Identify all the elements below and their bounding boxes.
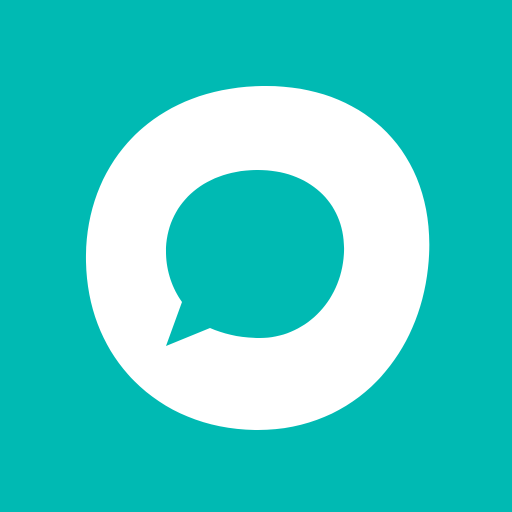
chat-bubble-icon (0, 0, 512, 512)
app-icon-canvas (0, 0, 512, 512)
